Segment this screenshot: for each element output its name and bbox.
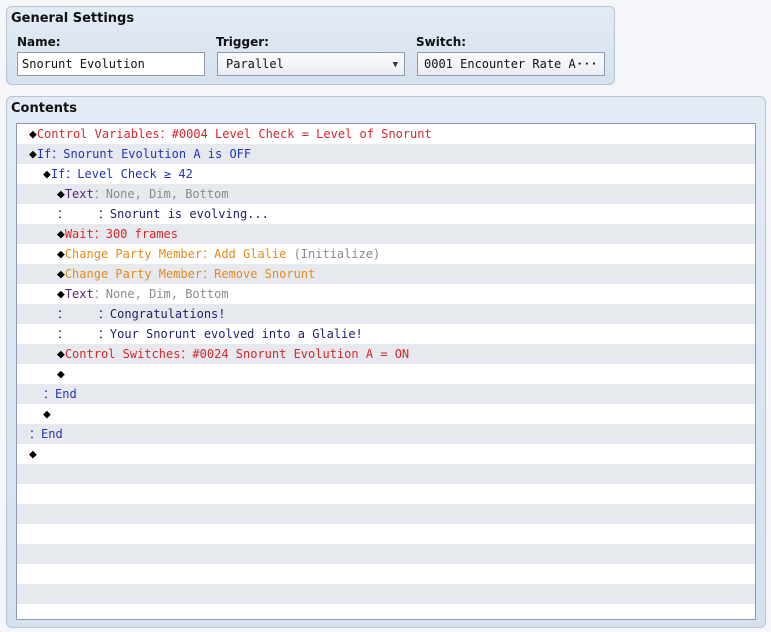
command-text: Change Party Member：Remove Snorunt: [64, 267, 316, 281]
command-row[interactable]: ◆: [17, 404, 755, 424]
chevron-down-icon: ▼: [392, 60, 398, 70]
diamond-icon: ◆: [29, 147, 37, 162]
command-text: ： ：: [57, 327, 110, 341]
command-text: ：None, Dim, Bottom: [93, 287, 229, 301]
diamond-icon: ◆: [29, 127, 37, 142]
diamond-icon: ◆: [43, 167, 51, 182]
diamond-icon: ◆: [57, 187, 65, 202]
trigger-value: Parallel: [226, 57, 284, 71]
switch-value: 0001 Encounter Rate A···: [424, 57, 598, 71]
command-text: ： ：: [57, 207, 110, 221]
command-row[interactable]: ◆Text：None, Dim, Bottom: [17, 184, 755, 204]
command-row[interactable]: ◆Change Party Member：Remove Snorunt: [17, 264, 755, 284]
switch-label: Switch:: [416, 35, 467, 49]
general-settings-title: General Settings: [11, 11, 135, 26]
command-row[interactable]: ◆Control Switches：#0024 Snorunt Evolutio…: [17, 344, 755, 364]
empty-row[interactable]: [17, 464, 755, 484]
trigger-select[interactable]: Parallel ▼: [217, 52, 405, 76]
command-text: Change Party Member：Add Glalie: [64, 247, 287, 261]
empty-row[interactable]: [17, 604, 755, 619]
command-text: Control Variables：#0004 Level Check = Le…: [36, 127, 432, 141]
command-text: If：Level Check ≥ 42: [50, 167, 193, 181]
empty-row[interactable]: [17, 564, 755, 584]
name-label: Name:: [17, 35, 61, 49]
empty-row[interactable]: [17, 484, 755, 504]
command-row[interactable]: ◆Wait：300 frames: [17, 224, 755, 244]
command-text: (Initialize): [286, 247, 381, 261]
command-text: ：None, Dim, Bottom: [93, 187, 229, 201]
command-text: ：End: [29, 427, 63, 441]
command-row[interactable]: ◆If：Snorunt Evolution A is OFF: [17, 144, 755, 164]
command-row[interactable]: ：End: [17, 384, 755, 404]
command-row[interactable]: ◆Control Variables：#0004 Level Check = L…: [17, 124, 755, 144]
empty-row[interactable]: [17, 504, 755, 524]
diamond-icon: ◆: [57, 347, 65, 362]
diamond-icon: ◆: [57, 267, 65, 282]
general-settings-panel: General Settings Name: Snorunt Evolution…: [6, 6, 615, 85]
command-text: Text: [64, 187, 94, 201]
command-text: Your Snorunt evolved into a Glalie!: [109, 327, 363, 341]
command-text: Snorunt is evolving...: [109, 207, 269, 221]
command-row[interactable]: ◆If：Level Check ≥ 42: [17, 164, 755, 184]
diamond-icon: ◆: [43, 407, 51, 422]
command-row[interactable]: ◆Change Party Member：Add Glalie (Initial…: [17, 244, 755, 264]
command-row[interactable]: ◆: [17, 364, 755, 384]
ellipsis-icon[interactable]: ···: [576, 56, 598, 72]
diamond-icon: ◆: [57, 247, 65, 262]
command-row[interactable]: ： ：Congratulations!: [17, 304, 755, 324]
command-text: ：End: [43, 387, 77, 401]
contents-title: Contents: [11, 101, 77, 116]
command-row[interactable]: ◆Text：None, Dim, Bottom: [17, 284, 755, 304]
command-text: Text: [64, 287, 94, 301]
command-row[interactable]: ◆: [17, 444, 755, 464]
diamond-icon: ◆: [29, 447, 37, 462]
empty-row[interactable]: [17, 544, 755, 564]
command-row[interactable]: ： ：Your Snorunt evolved into a Glalie!: [17, 324, 755, 344]
command-text: If：Snorunt Evolution A is OFF: [36, 147, 252, 161]
command-row[interactable]: ： ：Snorunt is evolving...: [17, 204, 755, 224]
name-input[interactable]: Snorunt Evolution: [17, 52, 205, 76]
command-row[interactable]: ：End: [17, 424, 755, 444]
command-text: ： ：: [57, 307, 110, 321]
empty-row[interactable]: [17, 584, 755, 604]
empty-row[interactable]: [17, 524, 755, 544]
command-text: Congratulations!: [109, 307, 226, 321]
diamond-icon: ◆: [57, 287, 65, 302]
trigger-label: Trigger:: [216, 35, 269, 49]
diamond-icon: ◆: [57, 227, 65, 242]
switch-select[interactable]: 0001 Encounter Rate A··· ···: [417, 52, 605, 76]
event-command-list[interactable]: ◆Control Variables：#0004 Level Check = L…: [16, 123, 756, 620]
command-text: Control Switches：#0024 Snorunt Evolution…: [64, 347, 410, 361]
diamond-icon: ◆: [57, 367, 65, 382]
command-text: Wait：300 frames: [64, 227, 178, 241]
